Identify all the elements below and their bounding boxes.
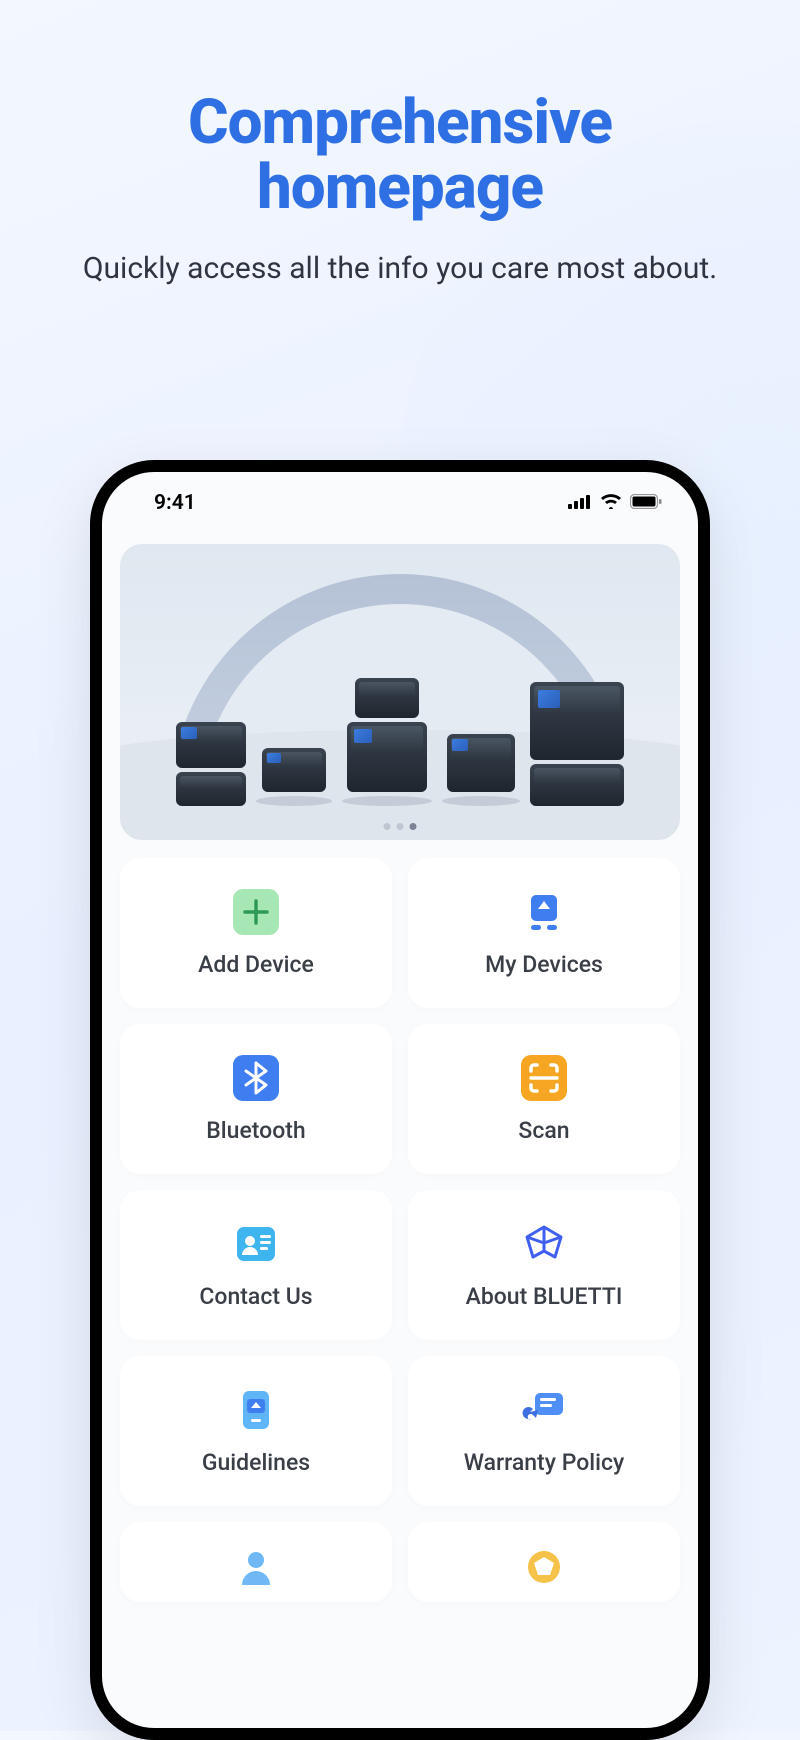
product-3: [342, 678, 432, 806]
phone-frame: 9:41: [90, 460, 710, 1740]
scan-icon: [521, 1055, 567, 1101]
my-devices-card[interactable]: My Devices: [408, 858, 680, 1008]
cellular-icon: [568, 494, 592, 513]
carousel-dot-2[interactable]: [397, 823, 404, 830]
warranty-policy-label: Warranty Policy: [464, 1449, 625, 1476]
products-row: [120, 678, 680, 806]
add-device-label: Add Device: [198, 951, 314, 978]
warranty-policy-card[interactable]: Warranty Policy: [408, 1356, 680, 1506]
guidelines-label: Guidelines: [202, 1449, 310, 1476]
phone-mockup: 9:41: [90, 460, 710, 1740]
carousel-dots: [384, 823, 417, 830]
hero-title: Comprehensive homepage: [40, 90, 760, 220]
guidelines-card[interactable]: Guidelines: [120, 1356, 392, 1506]
hero-section: Comprehensive homepage Quickly access al…: [0, 0, 800, 290]
wifi-icon: [600, 493, 622, 513]
product-2: [256, 748, 332, 806]
status-bar: 9:41: [102, 472, 698, 524]
hero-subtitle: Quickly access all the info you care mos…: [40, 248, 760, 290]
device-icon: [521, 889, 567, 935]
bluetooth-label: Bluetooth: [206, 1117, 305, 1144]
about-bluetti-card[interactable]: About BLUETTI: [408, 1190, 680, 1340]
hero-banner[interactable]: [120, 544, 680, 840]
bluetooth-card[interactable]: Bluetooth: [120, 1024, 392, 1174]
add-device-card[interactable]: Add Device: [120, 858, 392, 1008]
scan-label: Scan: [518, 1117, 569, 1144]
contact-us-card[interactable]: Contact Us: [120, 1190, 392, 1340]
status-icons: [568, 493, 666, 513]
scan-card[interactable]: Scan: [408, 1024, 680, 1174]
carousel-dot-1[interactable]: [384, 823, 391, 830]
guidelines-icon: [233, 1387, 279, 1433]
contact-icon: [233, 1221, 279, 1267]
status-time: 9:41: [134, 491, 196, 515]
bluetooth-icon: [233, 1055, 279, 1101]
product-4: [442, 734, 520, 806]
badge-icon: [521, 1544, 567, 1590]
person-icon: [233, 1544, 279, 1590]
about-icon: [521, 1221, 567, 1267]
about-bluetti-label: About BLUETTI: [466, 1283, 623, 1310]
my-devices-label: My Devices: [485, 951, 603, 978]
menu-grid: Add Device My Devices Bluetooth Scan: [102, 840, 698, 1620]
carousel-dot-3[interactable]: [410, 823, 417, 830]
battery-icon: [630, 494, 662, 513]
warranty-icon: [521, 1387, 567, 1433]
product-1: [176, 722, 246, 806]
contact-us-label: Contact Us: [199, 1283, 312, 1310]
partial-card-right[interactable]: [408, 1522, 680, 1602]
plus-icon: [233, 889, 279, 935]
product-5: [530, 682, 624, 806]
partial-card-left[interactable]: [120, 1522, 392, 1602]
